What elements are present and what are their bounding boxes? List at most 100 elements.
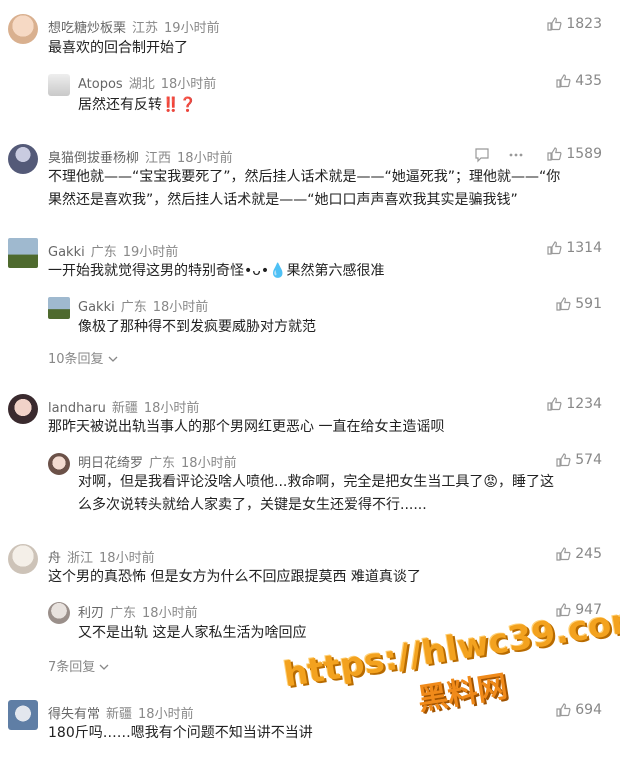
- thumbs-up-icon: [556, 453, 571, 467]
- reply-timestamp: 18小时前: [142, 606, 198, 621]
- reply-timestamp: 18小时前: [152, 300, 209, 315]
- like-count: 1234: [566, 396, 602, 412]
- more-icon[interactable]: [508, 147, 524, 163]
- thumbs-up-icon: [547, 241, 562, 255]
- reply-location: 湖北: [128, 77, 155, 92]
- thumbs-up-icon: [556, 603, 571, 617]
- avatar[interactable]: [8, 544, 38, 574]
- username[interactable]: 舟: [48, 551, 61, 566]
- reply-text: 又不是出轨 这是人家私生活为啥回应: [78, 625, 307, 641]
- avatar[interactable]: [8, 394, 38, 424]
- more-replies-link[interactable]: 10条回复: [48, 348, 118, 367]
- reply-avatar[interactable]: [48, 602, 70, 624]
- reply-location: 广东: [120, 300, 147, 315]
- timestamp: 18小时前: [99, 551, 155, 566]
- thumbs-up-icon: [556, 547, 571, 561]
- reply-avatar[interactable]: [48, 297, 70, 319]
- more-replies-link[interactable]: 7条回复: [48, 656, 109, 675]
- location: 新疆: [106, 707, 133, 722]
- comment-meta: 想吃糖炒板栗 江苏 19小时前: [48, 17, 226, 36]
- comment-text: 这个男的真恐怖 但是女方为什么不回应跟提莫西 难道真谈了: [48, 569, 421, 585]
- like-button[interactable]: 1589: [546, 146, 602, 162]
- reply-like-count: 435: [575, 73, 602, 89]
- avatar[interactable]: [8, 700, 38, 730]
- reply-like-button[interactable]: 574: [555, 452, 602, 468]
- thumbs-up-icon: [547, 397, 562, 411]
- comment-text-line-1: 不理他就——“宝宝我要死了”，然后挂人话术就是——“她逼死我”；理他就——“你: [48, 169, 561, 185]
- comment-text: 一开始我就觉得这男的特别奇怪•ᴗ•💧果然第六感很准: [48, 263, 385, 279]
- reply-meta: 利刃 广东 18小时前: [78, 602, 204, 621]
- thumbs-up-icon: [556, 74, 571, 88]
- reply-username[interactable]: 利刃: [78, 606, 104, 621]
- reply-like-count: 947: [575, 602, 602, 618]
- reply-location: 广东: [149, 456, 176, 471]
- thumbs-up-icon: [547, 147, 562, 161]
- like-count: 694: [575, 702, 602, 718]
- like-button[interactable]: 1234: [546, 396, 602, 412]
- comment-3: Gakki 广东 19小时前 1314 一开始我就觉得这男的特别奇怪•ᴗ•💧果然第六…: [8, 238, 602, 373]
- reply-meta: 明日花绮罗 广东 18小时前: [78, 452, 243, 471]
- username[interactable]: 臭猫倒拔垂杨柳: [48, 151, 139, 166]
- chevron-down-icon: [99, 664, 109, 670]
- timestamp: 19小时前: [122, 245, 179, 260]
- comment-text-line-2: 果然还是喜欢我”，然后挂人话术就是——“她口口声声喜欢我其实是骗我钱”: [48, 192, 518, 208]
- reply-timestamp: 18小时前: [160, 77, 217, 92]
- comment-meta: Gakki 广东 19小时前: [48, 241, 184, 260]
- location: 新疆: [111, 401, 138, 416]
- reply-like-button[interactable]: 435: [555, 73, 602, 89]
- reply-meta: Gakki 广东 18小时前: [78, 296, 214, 315]
- avatar[interactable]: [8, 144, 38, 174]
- comment-meta: 舟浙江 18小时前: [48, 547, 161, 566]
- like-count: 1823: [566, 16, 602, 32]
- reply-meta: Atopos 湖北 18小时前: [78, 73, 222, 92]
- more-replies-label: 7条回复: [48, 660, 96, 675]
- comment-1: 想吃糖炒板栗 江苏 19小时前 1823 最喜欢的回合制开始了 Atopos 湖北 18…: [8, 14, 602, 124]
- thumbs-up-icon: [556, 297, 571, 311]
- reply-text: 居然还有反转‼️❓: [78, 97, 197, 113]
- thumbs-up-icon: [547, 17, 562, 31]
- like-button[interactable]: 1823: [546, 16, 602, 32]
- reply-avatar[interactable]: [48, 453, 70, 475]
- timestamp: 19小时前: [164, 21, 220, 36]
- reply-username[interactable]: Gakki: [78, 300, 115, 315]
- username[interactable]: Gakki: [48, 245, 85, 260]
- location: 广东: [90, 245, 117, 260]
- username[interactable]: landharu: [48, 401, 106, 416]
- timestamp: 18小时前: [177, 151, 233, 166]
- like-count: 245: [575, 546, 602, 562]
- comment-meta: 臭猫倒拔垂杨柳 江西 18小时前: [48, 147, 239, 166]
- like-count: 1589: [566, 146, 602, 162]
- reply-location: 广东: [110, 606, 137, 621]
- location: 浙江: [67, 551, 94, 566]
- comment-6: 得失有常 新疆 18小时前 694 180斤吗……嗯我有个问题不知当讲不当讲: [8, 700, 602, 757]
- comment-meta: landharu 新疆 18小时前: [48, 397, 205, 416]
- comment-5: 舟浙江 18小时前 245 这个男的真恐怖 但是女方为什么不回应跟提莫西 难道真谈…: [8, 544, 602, 675]
- username[interactable]: 想吃糖炒板栗: [48, 21, 126, 36]
- location: 江苏: [132, 21, 159, 36]
- reply-text-line-1: 对啊，但是我看评论没啥人喷他...救命啊，完全是把女生当工具了😡，睡了这: [78, 474, 554, 490]
- reply-text: 像极了那种得不到发疯要威胁对方就范: [78, 319, 316, 335]
- reply-like-count: 574: [575, 452, 602, 468]
- like-button[interactable]: 694: [555, 702, 602, 718]
- reply-like-button[interactable]: 591: [555, 296, 602, 312]
- like-count: 1314: [566, 240, 602, 256]
- comment-text: 180斤吗……嗯我有个问题不知当讲不当讲: [48, 725, 313, 741]
- avatar[interactable]: [8, 238, 38, 268]
- thumbs-up-icon: [556, 703, 571, 717]
- like-button[interactable]: 1314: [546, 240, 602, 256]
- reply-icon[interactable]: [474, 147, 490, 163]
- reply-username[interactable]: Atopos: [78, 77, 123, 92]
- more-replies-label: 10条回复: [48, 352, 104, 367]
- username[interactable]: 得失有常: [48, 707, 100, 722]
- avatar[interactable]: [8, 14, 38, 44]
- reply-avatar[interactable]: [48, 74, 70, 96]
- comment-text: 那昨天被说出轨当事人的那个男网红更恶心 一直在给女主造谣呗: [48, 419, 445, 435]
- like-button[interactable]: 245: [555, 546, 602, 562]
- timestamp: 18小时前: [138, 707, 194, 722]
- timestamp: 18小时前: [143, 401, 200, 416]
- reply-username[interactable]: 明日花绮罗: [78, 456, 143, 471]
- chevron-down-icon: [108, 356, 118, 362]
- reply-like-count: 591: [575, 296, 602, 312]
- reply-like-button[interactable]: 947: [555, 602, 602, 618]
- comment-meta: 得失有常 新疆 18小时前: [48, 703, 200, 722]
